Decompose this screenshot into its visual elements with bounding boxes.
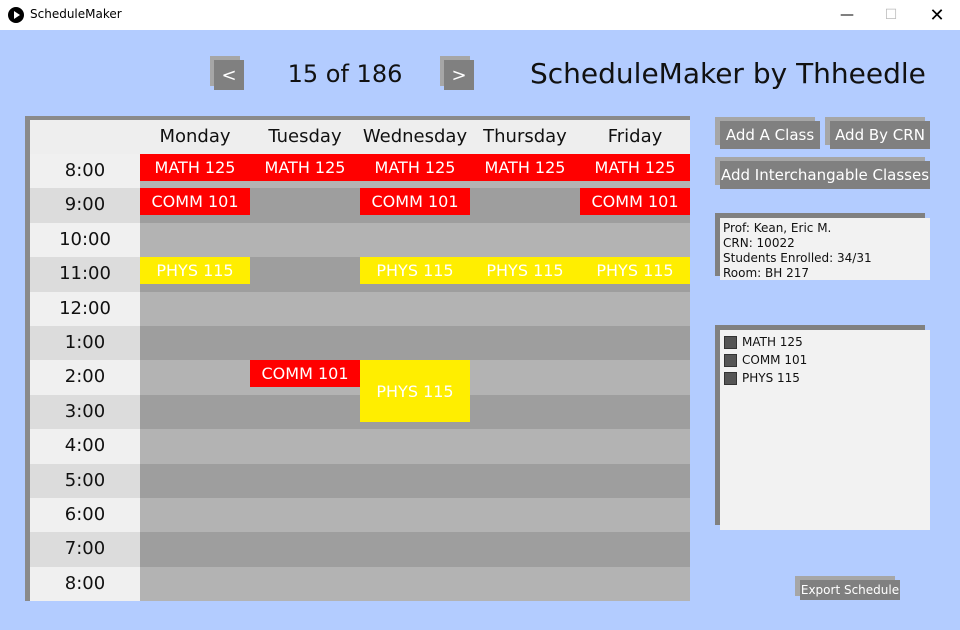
- add-class-button[interactable]: Add A Class: [715, 117, 820, 149]
- class-block[interactable]: MATH 125: [140, 154, 250, 181]
- crn-info: CRN: 10022: [723, 236, 795, 250]
- time-label: 9:00: [30, 188, 140, 223]
- schedule-counter: 15 of 186: [287, 60, 403, 88]
- class-block[interactable]: MATH 125: [470, 154, 580, 181]
- time-slot-row: [140, 326, 690, 361]
- class-block[interactable]: COMM 101: [140, 188, 250, 215]
- time-label: 1:00: [30, 326, 140, 361]
- class-list-item[interactable]: PHYS 115: [724, 369, 930, 387]
- window-title: ScheduleMaker: [30, 7, 122, 21]
- time-slot-row: [140, 291, 690, 326]
- class-block[interactable]: PHYS 115: [140, 257, 250, 284]
- class-list-panel: MATH 125 COMM 101 PHYS 115: [720, 330, 930, 530]
- add-interchangeable-label: Add Interchangable Classes: [720, 161, 930, 189]
- class-block[interactable]: PHYS 115: [470, 257, 580, 284]
- day-header-wednesday: Wednesday: [362, 126, 468, 147]
- export-schedule-button[interactable]: Export Schedule: [795, 576, 900, 600]
- class-block[interactable]: PHYS 115: [360, 360, 470, 422]
- weekly-calendar: Monday Tuesday Wednesday Thursday Friday…: [30, 120, 690, 602]
- add-by-crn-label: Add By CRN: [830, 121, 930, 149]
- app-brand-title: ScheduleMaker by Thheedle: [530, 57, 926, 90]
- previous-schedule-button[interactable]: <: [210, 56, 244, 90]
- class-list-item[interactable]: MATH 125: [724, 333, 930, 351]
- time-label: 12:00: [30, 291, 140, 326]
- minimize-button[interactable]: —: [824, 0, 870, 30]
- day-header-tuesday: Tuesday: [268, 126, 342, 147]
- class-block[interactable]: COMM 101: [360, 188, 470, 215]
- class-block[interactable]: PHYS 115: [580, 257, 690, 284]
- time-label: 10:00: [30, 222, 140, 258]
- day-header-monday: Monday: [159, 126, 231, 147]
- class-block[interactable]: MATH 125: [250, 154, 360, 181]
- time-slot-row: [140, 222, 690, 258]
- add-by-crn-button[interactable]: Add By CRN: [825, 117, 930, 149]
- previous-label: <: [214, 60, 244, 90]
- add-class-label: Add A Class: [720, 121, 820, 149]
- class-block[interactable]: COMM 101: [250, 360, 360, 387]
- close-button[interactable]: ✕: [914, 0, 960, 30]
- time-label: 3:00: [30, 394, 140, 430]
- calendar-header: Monday Tuesday Wednesday Thursday Friday: [30, 120, 690, 154]
- add-interchangeable-classes-button[interactable]: Add Interchangable Classes: [715, 157, 930, 189]
- day-header-friday: Friday: [607, 126, 663, 147]
- class-list-label: COMM 101: [742, 353, 808, 367]
- next-schedule-button[interactable]: >: [440, 56, 474, 90]
- app-icon: [8, 7, 24, 23]
- class-block[interactable]: MATH 125: [360, 154, 470, 181]
- time-label: 6:00: [30, 498, 140, 533]
- day-header-thursday: Thursday: [483, 126, 567, 147]
- time-label: 11:00: [30, 257, 140, 292]
- next-label: >: [444, 60, 474, 90]
- maximize-button[interactable]: ☐: [868, 0, 914, 30]
- export-schedule-label: Export Schedule: [800, 580, 900, 600]
- class-info-panel: Prof: Kean, Eric M. CRN: 10022 Students …: [720, 218, 930, 280]
- time-label: 4:00: [30, 429, 140, 464]
- class-block[interactable]: MATH 125: [580, 154, 690, 181]
- class-checkbox[interactable]: [724, 335, 737, 349]
- class-list-item[interactable]: COMM 101: [724, 351, 930, 369]
- time-label: 8:00: [30, 566, 140, 602]
- title-bar: ScheduleMaker — ☐ ✕: [0, 0, 960, 30]
- professor-info: Prof: Kean, Eric M.: [723, 221, 832, 235]
- class-checkbox[interactable]: [724, 371, 737, 385]
- time-label: 8:00: [30, 154, 140, 189]
- class-list-label: PHYS 115: [742, 371, 800, 385]
- time-slot-row: [140, 532, 690, 567]
- time-label: 7:00: [30, 532, 140, 567]
- time-slot-row: [140, 463, 690, 498]
- time-slot-row: [140, 429, 690, 464]
- room-info: Room: BH 217: [723, 266, 810, 280]
- time-slot-row: [140, 566, 690, 602]
- time-label: 2:00: [30, 360, 140, 395]
- class-checkbox[interactable]: [724, 353, 737, 367]
- enrollment-info: Students Enrolled: 34/31: [723, 251, 872, 265]
- class-block[interactable]: PHYS 115: [360, 257, 470, 284]
- time-slot-row: [140, 498, 690, 533]
- class-block[interactable]: COMM 101: [580, 188, 690, 215]
- class-list-label: MATH 125: [742, 335, 803, 349]
- time-label: 5:00: [30, 463, 140, 498]
